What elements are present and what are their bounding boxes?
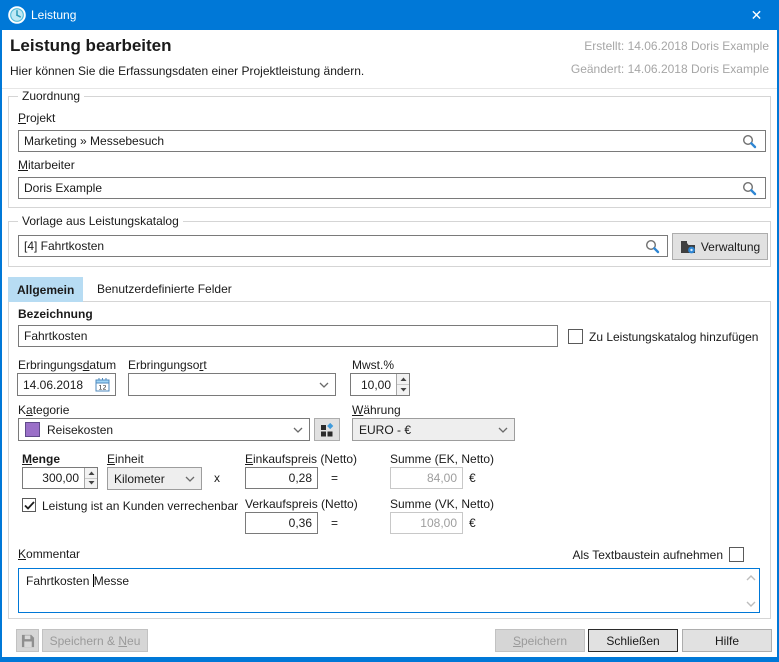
- verkaufspreis-input[interactable]: [245, 512, 318, 534]
- chevron-down-icon: [293, 427, 303, 433]
- einheit-select[interactable]: Kilometer: [107, 467, 202, 490]
- mwst-stepper-up-button[interactable]: [397, 374, 409, 385]
- verkaufspreis-label: Verkaufspreis (Netto): [245, 497, 358, 511]
- verwaltung-button[interactable]: Verwaltung: [672, 233, 768, 260]
- window-border-left: [0, 30, 2, 657]
- calendar-icon[interactable]: 12: [95, 377, 110, 392]
- mitarbeiter-search-icon[interactable]: [742, 181, 757, 196]
- chevron-down-icon: [498, 427, 508, 433]
- folder-gear-icon: [680, 240, 696, 254]
- mitarbeiter-input[interactable]: [18, 177, 766, 199]
- projekt-input[interactable]: [18, 130, 766, 152]
- equals-sign: =: [331, 516, 338, 530]
- kommentar-textarea[interactable]: Fahrtkosten Messe: [18, 568, 760, 613]
- verwaltung-button-label: Verwaltung: [701, 240, 760, 254]
- erbringungsort-label: Erbringungsort: [128, 358, 207, 372]
- clock-icon: [8, 6, 26, 24]
- scroll-up-icon[interactable]: [746, 575, 756, 581]
- svg-text:12: 12: [98, 383, 106, 391]
- mitarbeiter-label: Mitarbeiter: [18, 158, 75, 172]
- schliessen-label: Schließen: [606, 634, 659, 648]
- zu-leistungskatalog-label: Zu Leistungskatalog hinzufügen: [589, 330, 758, 344]
- projekt-label: Projekt: [18, 111, 55, 125]
- textbaustein-checkbox[interactable]: [729, 547, 744, 562]
- verrechenbar-checkbox[interactable]: [22, 498, 36, 512]
- kategorie-select[interactable]: Reisekosten: [18, 418, 310, 441]
- page-title: Leistung bearbeiten: [10, 36, 172, 56]
- waehrung-label: Währung: [352, 403, 401, 417]
- kommentar-label: Kommentar: [18, 547, 80, 561]
- tab-benutzerdefinierte-felder[interactable]: Benutzerdefinierte Felder: [88, 277, 241, 301]
- mwst-stepper-down-button[interactable]: [397, 385, 409, 395]
- category-grid-icon: [320, 423, 334, 437]
- zu-leistungskatalog-checkbox[interactable]: [568, 329, 583, 344]
- verrechenbar-label: Leistung ist an Kunden verrechenbar: [42, 499, 238, 513]
- created-info: Erstellt: 14.06.2018 Doris Example: [584, 39, 769, 53]
- menge-label: Menge: [22, 452, 60, 466]
- einkaufspreis-input[interactable]: [245, 467, 318, 489]
- bezeichnung-label: Bezeichnung: [18, 307, 93, 321]
- modified-info: Geändert: 14.06.2018 Doris Example: [571, 62, 769, 76]
- menge-stepper-down-button[interactable]: [85, 479, 97, 489]
- vorlage-legend: Vorlage aus Leistungskatalog: [18, 214, 183, 228]
- menge-stepper-up-button[interactable]: [85, 468, 97, 479]
- summe-ek-output: [390, 467, 463, 489]
- equals-sign: =: [331, 471, 338, 485]
- summe-vk-label: Summe (VK, Netto): [390, 497, 494, 511]
- chevron-down-icon: [319, 382, 329, 388]
- speichern-neu-label: Speichern & Neu: [50, 634, 141, 648]
- erbringungsdatum-label: Erbringungsdatum: [18, 358, 116, 372]
- page-subtitle: Hier können Sie die Erfassungsdaten eine…: [10, 64, 364, 78]
- leistung-dialog: Leistung ✕ Leistung bearbeiten Hier könn…: [0, 0, 779, 662]
- hilfe-label: Hilfe: [715, 634, 739, 648]
- multiply-sign: x: [214, 471, 220, 485]
- einheit-label: Einheit: [107, 452, 144, 466]
- speichern-button[interactable]: Speichern: [495, 629, 585, 652]
- textbaustein-label: Als Textbaustein aufnehmen: [572, 548, 723, 562]
- waehrung-select[interactable]: EURO - €: [352, 418, 515, 441]
- vorlage-input[interactable]: [18, 235, 668, 257]
- euro-sign-ek: €: [469, 471, 476, 485]
- chevron-down-icon: [185, 476, 195, 482]
- vorlage-search-icon[interactable]: [645, 239, 660, 254]
- menge-stepper: [84, 468, 97, 488]
- check-icon: [24, 501, 35, 510]
- projekt-search-icon[interactable]: [742, 134, 757, 149]
- window-border-bottom: [0, 657, 779, 662]
- erbringungsort-select[interactable]: [128, 373, 336, 396]
- save-icon-button[interactable]: [16, 629, 39, 652]
- euro-sign-vk: €: [469, 516, 476, 530]
- einkaufspreis-label: Einkaufspreis (Netto): [245, 452, 357, 466]
- floppy-icon: [21, 634, 35, 648]
- close-button[interactable]: ✕: [734, 0, 779, 30]
- summe-ek-label: Summe (EK, Netto): [390, 452, 494, 466]
- zuordnung-legend: Zuordnung: [18, 89, 84, 103]
- tab-allgemein[interactable]: Allgemein: [8, 277, 83, 302]
- speichern-neu-button[interactable]: Speichern & Neu: [42, 629, 148, 652]
- mwst-stepper: [396, 374, 409, 395]
- window-title: Leistung: [31, 8, 76, 22]
- bezeichnung-input[interactable]: [18, 325, 558, 347]
- close-icon: ✕: [751, 7, 763, 24]
- kategorie-label: Kategorie: [18, 403, 69, 417]
- speichern-label: Speichern: [513, 634, 567, 648]
- summe-vk-output: [390, 512, 463, 534]
- titlebar: Leistung ✕: [0, 0, 779, 30]
- kategorie-verwaltung-button[interactable]: [314, 418, 340, 441]
- hilfe-button[interactable]: Hilfe: [682, 629, 772, 652]
- header-divider: [0, 88, 779, 89]
- scroll-down-icon[interactable]: [746, 601, 756, 607]
- category-color-swatch: [25, 422, 40, 437]
- schliessen-button[interactable]: Schließen: [588, 629, 678, 652]
- mwst-label: Mwst.%: [352, 358, 394, 372]
